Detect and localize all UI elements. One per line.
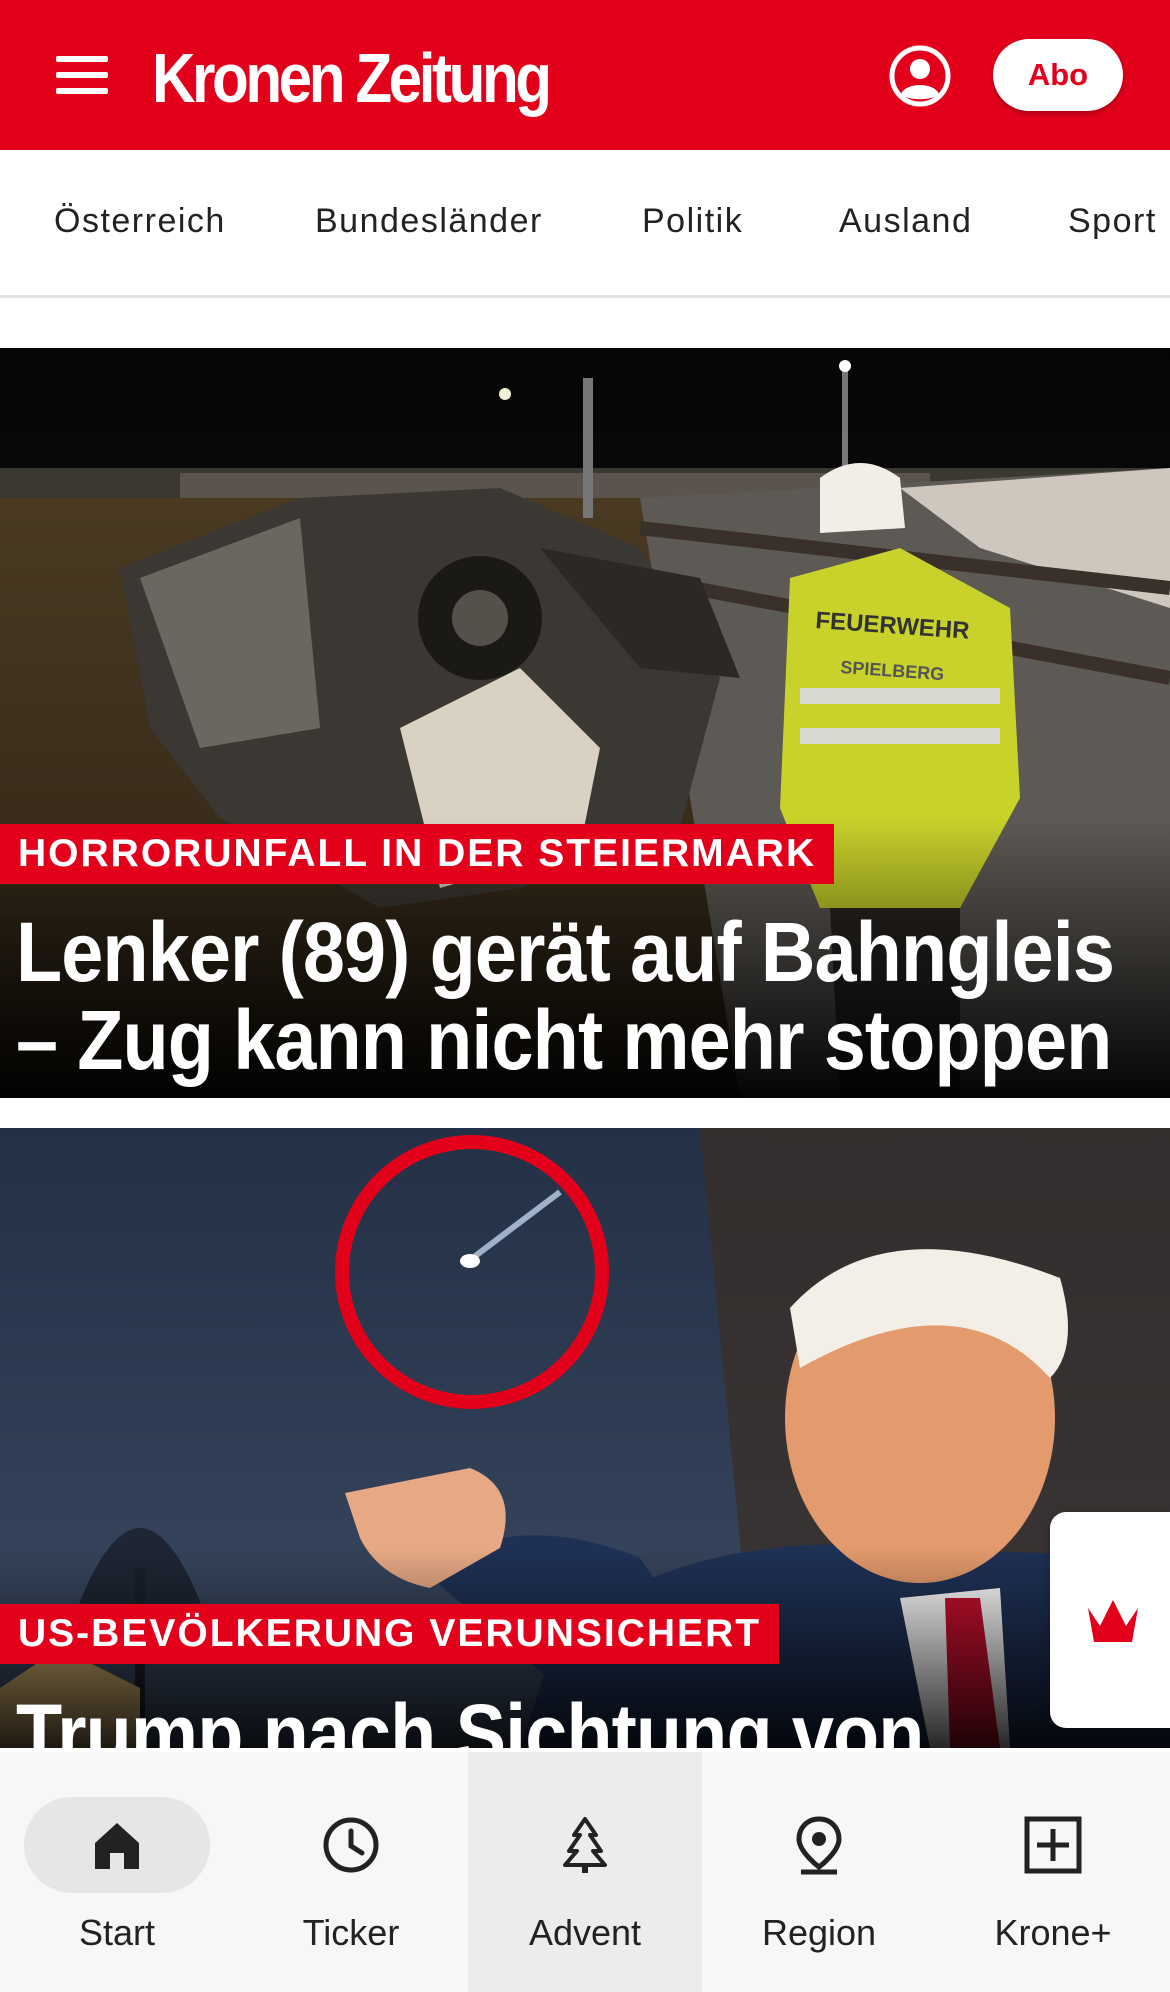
top-app-bar: Kronen Zeitung Abo	[0, 0, 1170, 150]
bottom-nav-ticker[interactable]: Ticker	[234, 1752, 468, 1992]
article-card-trump[interactable]: US-BEVÖLKERUNG VERUNSICHERT Trump nach S…	[0, 1128, 1170, 1748]
nav-item-sport[interactable]: Sport	[1068, 202, 1157, 241]
article-headline[interactable]: Lenker (89) gerät auf Bahngleis – Zug ka…	[16, 908, 1168, 1084]
home-icon	[95, 1823, 139, 1869]
bottom-nav-start[interactable]: Start	[0, 1752, 234, 1992]
article-kicker: US-BEVÖLKERUNG VERUNSICHERT	[0, 1604, 780, 1664]
category-nav: Österreich Bundesländer Politik Ausland …	[0, 150, 1170, 298]
abo-button[interactable]: Abo	[993, 39, 1123, 111]
nav-item-bundeslaender[interactable]: Bundesländer	[315, 202, 543, 241]
bottom-navigation: Start Ticker Advent Region Krone+	[0, 1752, 1170, 1992]
kronen-zeitung-logo[interactable]: Kronen Zeitung	[152, 38, 552, 118]
headline-line: Lenker (89) gerät auf Bahngleis	[16, 905, 1115, 999]
headline-line: Trump nach Sichtung von	[16, 1687, 924, 1748]
krone-crown-icon	[1088, 1600, 1138, 1642]
bottom-nav-label: Start	[78, 1912, 156, 1953]
article-headline[interactable]: Trump nach Sichtung von	[16, 1690, 1168, 1748]
nav-item-politik[interactable]: Politik	[642, 202, 743, 241]
nav-item-ausland[interactable]: Ausland	[839, 202, 972, 241]
tree-icon	[563, 1817, 607, 1873]
nav-item-oesterreich[interactable]: Österreich	[54, 202, 226, 241]
article-kicker: HORRORUNFALL IN DER STEIERMARK	[0, 824, 835, 884]
bottom-nav-label: Ticker	[302, 1912, 400, 1953]
location-pin-icon	[796, 1816, 842, 1875]
article-card-accident[interactable]: FEUERWEHR SPIELBERG HORRORUNFALL IN DER …	[0, 348, 1170, 1098]
headline-line: – Zug kann nicht mehr stoppen	[16, 993, 1112, 1087]
bottom-nav-label: Krone+	[994, 1912, 1112, 1953]
bottom-nav-label: Advent	[528, 1912, 642, 1953]
account-icon[interactable]	[888, 44, 952, 108]
krone-side-widget[interactable]	[1050, 1512, 1170, 1728]
bottom-nav-region[interactable]: Region	[702, 1752, 936, 1992]
hamburger-menu-icon[interactable]	[52, 50, 112, 100]
bottom-nav-advent[interactable]: Advent	[468, 1752, 702, 1992]
bottom-nav-kroneplus[interactable]: Krone+	[936, 1752, 1170, 1992]
plus-box-icon	[1024, 1816, 1082, 1874]
bottom-nav-label: Region	[761, 1912, 877, 1953]
clock-icon	[323, 1817, 379, 1873]
